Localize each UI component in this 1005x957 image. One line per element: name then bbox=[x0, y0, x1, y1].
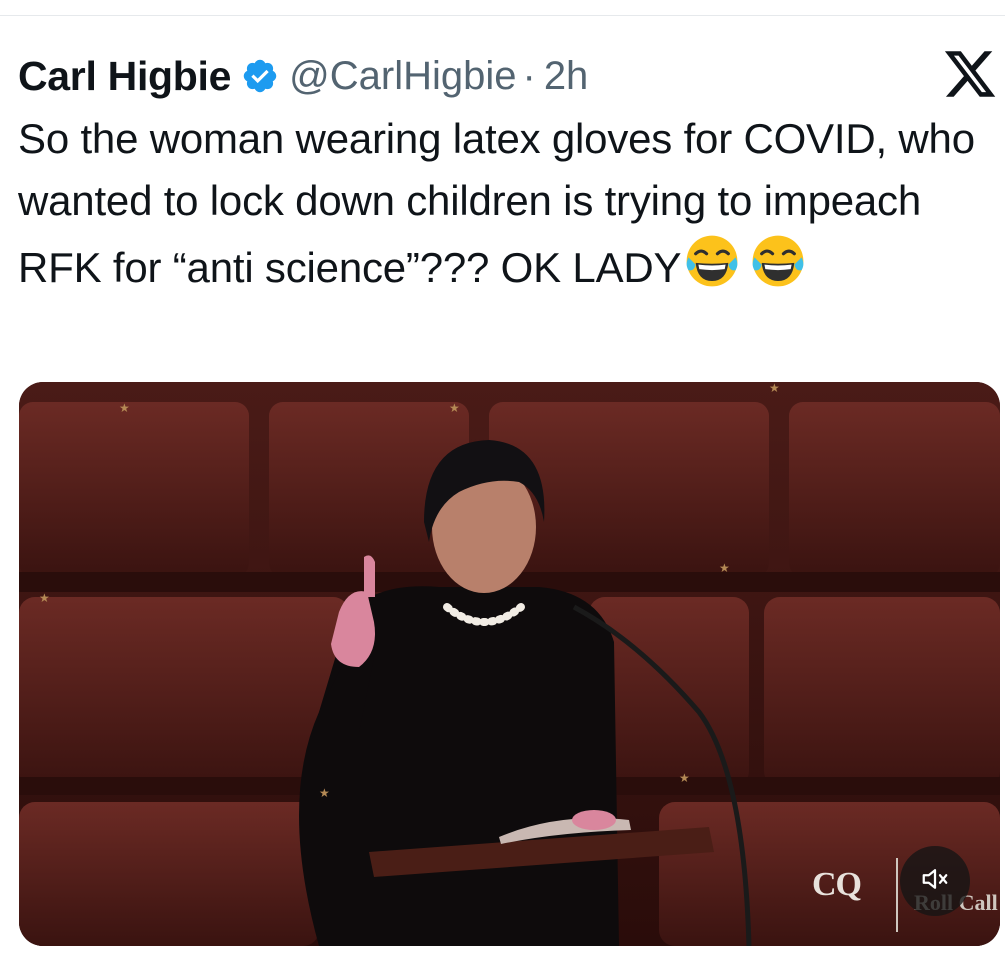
user-handle[interactable]: @CarlHigbie bbox=[289, 54, 516, 99]
svg-text:★: ★ bbox=[449, 401, 460, 415]
volume-muted-icon bbox=[920, 864, 950, 899]
x-logo-icon[interactable] bbox=[942, 46, 998, 102]
video-player[interactable]: ★ ★ ★ ★ ★ ★ ★ bbox=[19, 382, 1000, 946]
laughing-emoji-icon bbox=[749, 232, 807, 290]
mute-toggle-button[interactable] bbox=[900, 846, 970, 916]
svg-text:★: ★ bbox=[679, 771, 690, 785]
svg-text:★: ★ bbox=[769, 382, 780, 395]
separator-dot: · bbox=[522, 53, 536, 98]
timestamp[interactable]: 2h bbox=[544, 54, 589, 99]
tweet-header: Carl Higbie @CarlHigbie · 2h bbox=[18, 50, 588, 102]
laughing-emoji-icon bbox=[683, 232, 741, 290]
top-divider bbox=[0, 15, 1005, 16]
verified-badge-icon bbox=[241, 57, 279, 95]
svg-text:★: ★ bbox=[719, 561, 730, 575]
watermark-divider bbox=[896, 858, 898, 932]
cq-watermark: CQ bbox=[812, 866, 862, 903]
svg-text:★: ★ bbox=[119, 401, 130, 415]
tweet-body: So the woman wearing latex gloves for CO… bbox=[18, 115, 975, 291]
display-name[interactable]: Carl Higbie bbox=[18, 53, 231, 100]
svg-text:★: ★ bbox=[39, 591, 50, 605]
svg-text:★: ★ bbox=[319, 786, 330, 800]
tweet-text: So the woman wearing latex gloves for CO… bbox=[18, 108, 993, 299]
video-frame: ★ ★ ★ ★ ★ ★ ★ bbox=[19, 382, 1000, 946]
